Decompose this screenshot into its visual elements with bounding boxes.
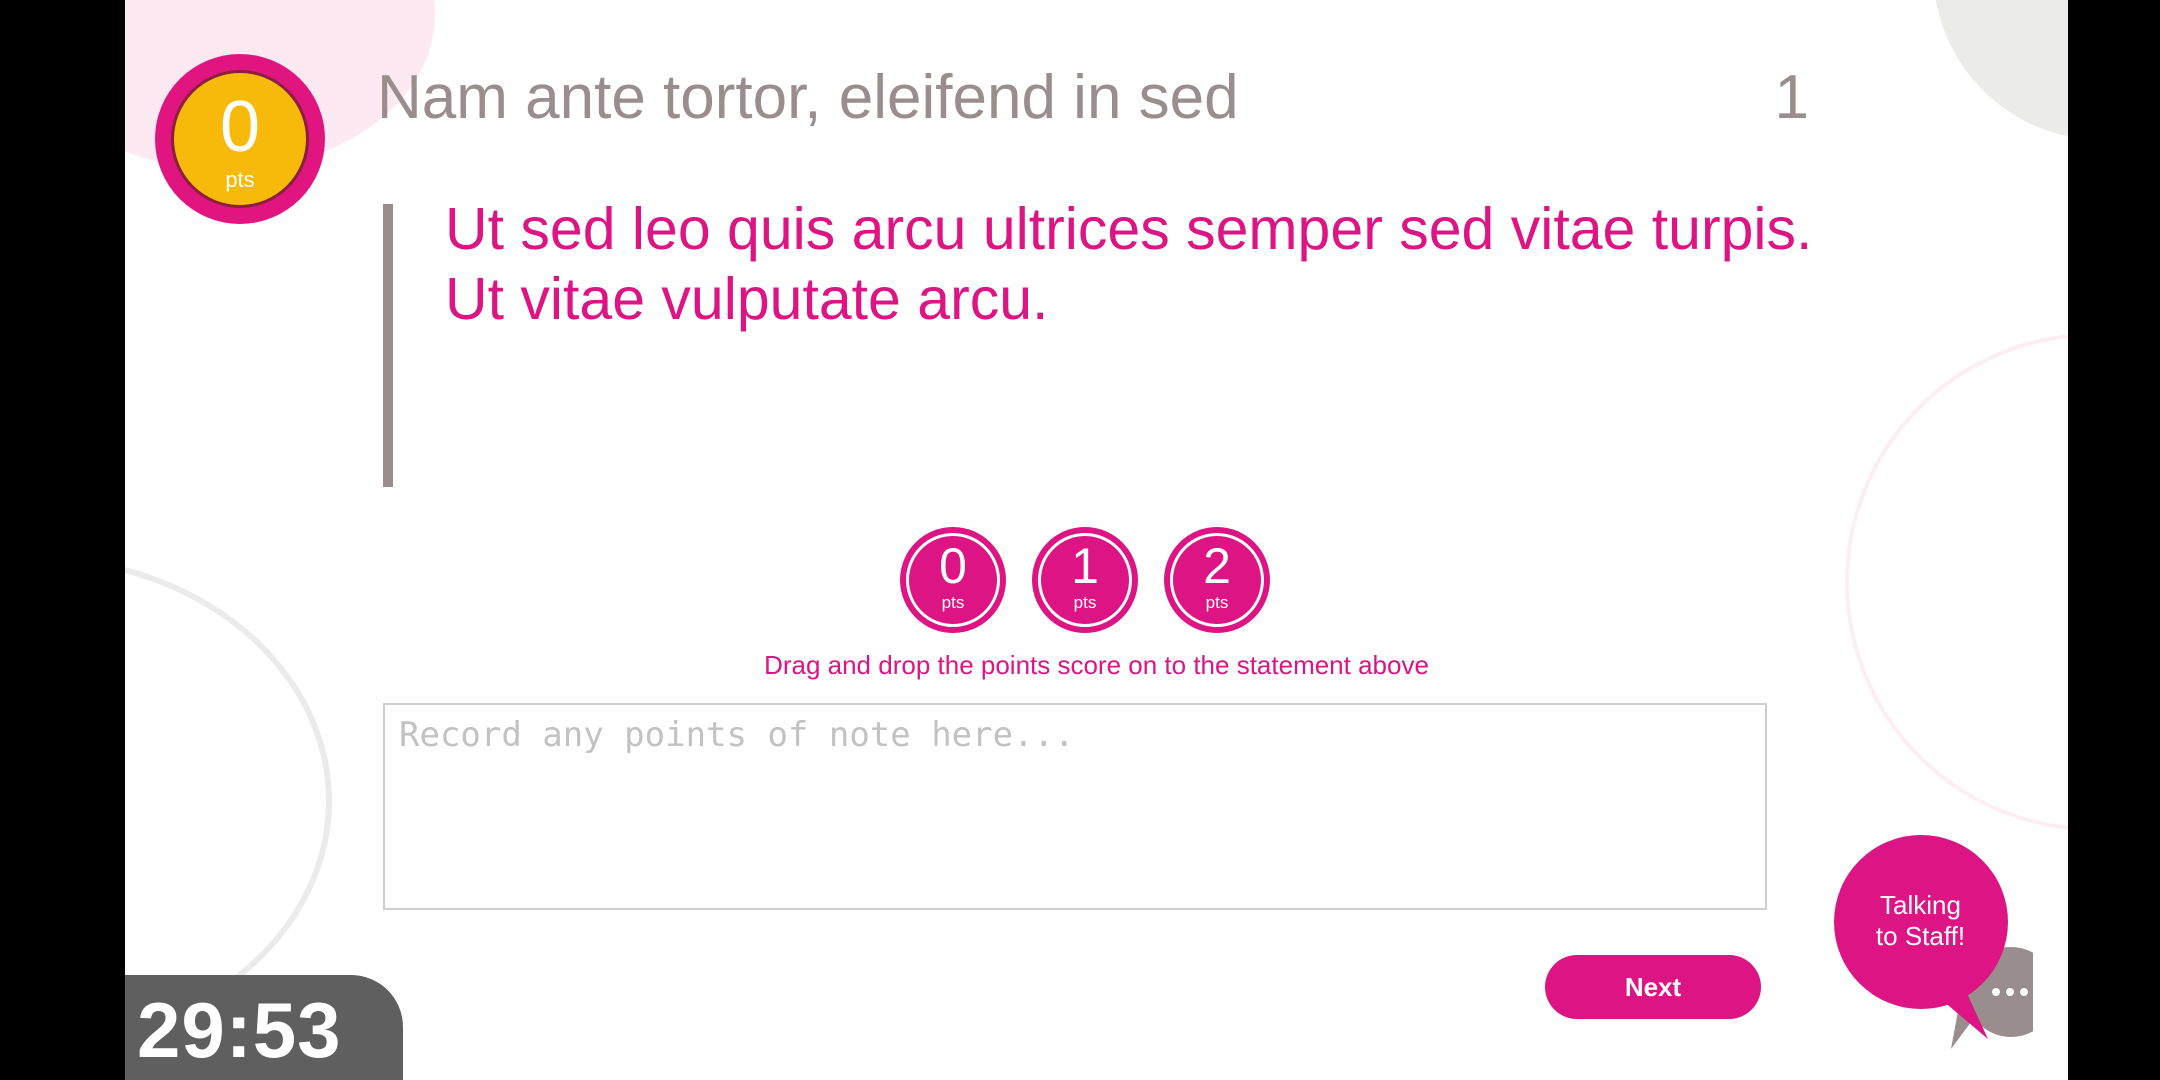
- token-unit: pts: [1205, 593, 1229, 612]
- token-value: 0: [939, 538, 967, 594]
- talking-to-staff-button[interactable]: Talking to Staff!: [1833, 834, 2033, 1064]
- score-coin: 0 pts: [171, 70, 309, 208]
- ellipsis-icon: [1992, 988, 2028, 996]
- token-value: 1: [1071, 538, 1099, 594]
- notes-input[interactable]: [383, 703, 1767, 910]
- page-title: Nam ante tortor, eleifend in sed: [377, 63, 1239, 132]
- decor-ring: [1845, 333, 2068, 831]
- next-button[interactable]: Next: [1545, 955, 1761, 1019]
- token-unit: pts: [1073, 593, 1097, 612]
- points-token-1[interactable]: 1 pts: [1035, 530, 1135, 630]
- token-unit: pts: [941, 593, 965, 612]
- statement-text: Ut sed leo quis arcu ultrices semper sed…: [445, 196, 1813, 332]
- quiz-stage: 0 pts Nam ante tortor, eleifend in sed 1…: [125, 0, 2068, 1080]
- decor-circle: [1933, 0, 2068, 140]
- timer-value: 29:53: [137, 986, 342, 1074]
- score-unit: pts: [225, 167, 255, 192]
- decor-ring: [125, 555, 332, 1047]
- staff-label: Talking to Staff!: [1833, 890, 2008, 952]
- points-token-0[interactable]: 0 pts: [903, 530, 1003, 630]
- score-value: 0: [219, 87, 261, 167]
- drag-instruction: Drag and drop the points score on to the…: [764, 650, 1429, 680]
- countdown-timer: 29:53: [125, 975, 403, 1080]
- score-badge: 0 pts: [155, 54, 325, 224]
- staff-label-line2: to Staff!: [1875, 921, 1966, 951]
- statement-quote-bar: [383, 204, 393, 487]
- staff-label-line1: Talking: [1880, 890, 1961, 920]
- question-number: 1: [1774, 63, 1809, 132]
- points-token-2[interactable]: 2 pts: [1167, 530, 1267, 630]
- token-value: 2: [1203, 538, 1231, 594]
